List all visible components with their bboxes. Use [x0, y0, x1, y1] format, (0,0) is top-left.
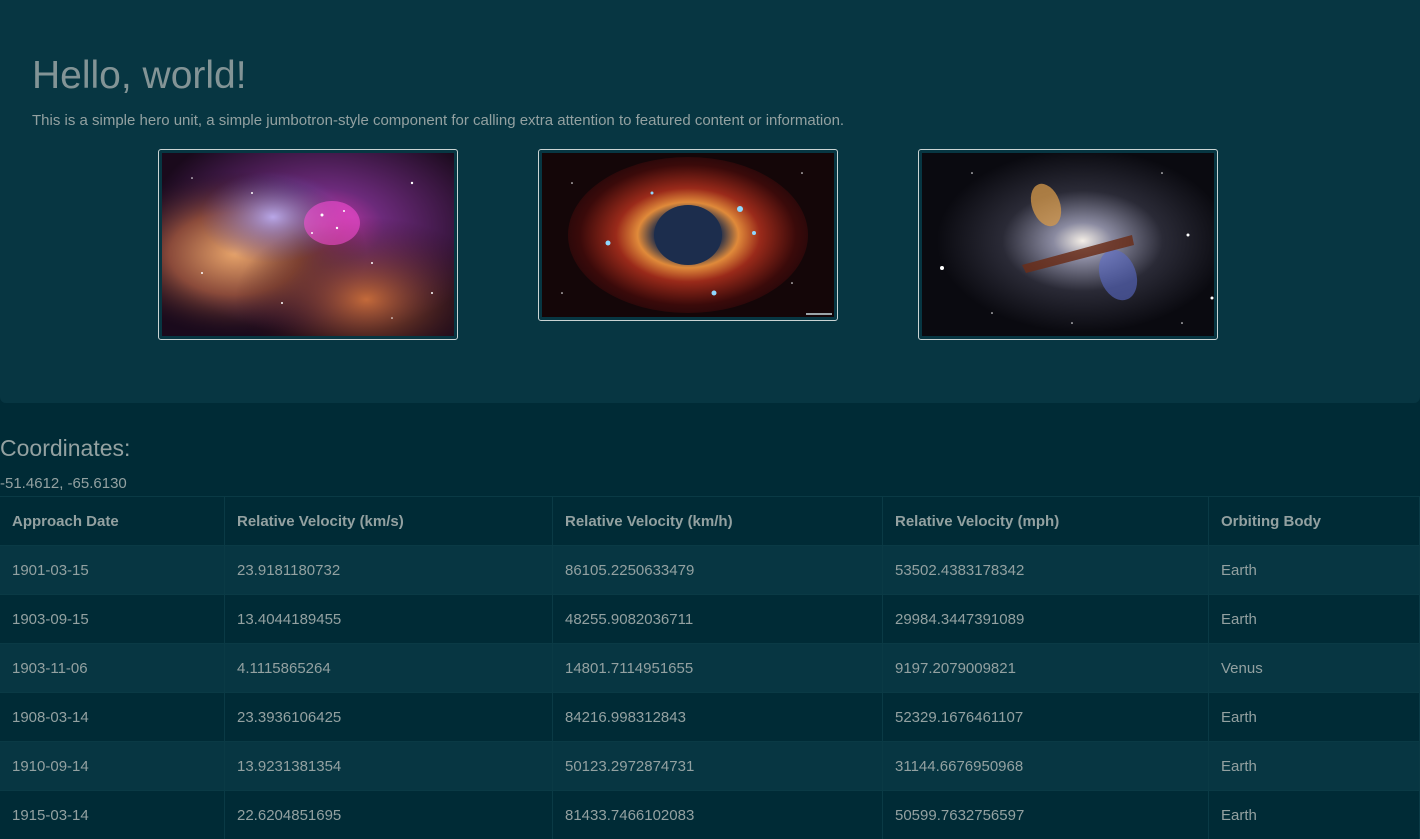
- table-row: 1908-03-14 23.3936106425 84216.998312843…: [0, 693, 1420, 742]
- header-orbiting-body[interactable]: Orbiting Body: [1209, 497, 1420, 546]
- coordinates-heading: Coordinates:: [0, 435, 130, 462]
- table-row: 1903-09-15 13.4044189455 48255.908203671…: [0, 595, 1420, 644]
- cell-velocity-mph: 52329.1676461107: [883, 693, 1209, 742]
- cell-approach-date: 1908-03-14: [0, 693, 225, 742]
- approach-table: Approach Date Relative Velocity (km/s) R…: [0, 496, 1420, 839]
- cell-approach-date: 1903-09-15: [0, 595, 225, 644]
- jumbotron: Hello, world! This is a simple hero unit…: [0, 0, 1420, 403]
- cell-velocity-mph: 9197.2079009821: [883, 644, 1209, 693]
- table-row: 1903-11-06 4.1115865264 14801.7114951655…: [0, 644, 1420, 693]
- cell-velocity-kmh: 84216.998312843: [553, 693, 883, 742]
- coordinates-value: -51.4612, -65.6130: [0, 475, 127, 492]
- cell-orbiting-body: Earth: [1209, 546, 1420, 595]
- cell-velocity-kmh: 14801.7114951655: [553, 644, 883, 693]
- cell-approach-date: 1910-09-14: [0, 742, 225, 791]
- helix-nebula-image: [542, 153, 834, 317]
- cell-velocity-kms: 23.9181180732: [225, 546, 553, 595]
- cell-orbiting-body: Venus: [1209, 644, 1420, 693]
- galaxy-thumbnail[interactable]: [918, 149, 1218, 340]
- header-approach-date[interactable]: Approach Date: [0, 497, 225, 546]
- cell-velocity-mph: 31144.6676950968: [883, 742, 1209, 791]
- cell-velocity-mph: 53502.4383178342: [883, 546, 1209, 595]
- hero-title: Hello, world!: [32, 54, 247, 98]
- table-header-row: Approach Date Relative Velocity (km/s) R…: [0, 497, 1420, 546]
- cell-orbiting-body: Earth: [1209, 742, 1420, 791]
- cell-velocity-mph: 29984.3447391089: [883, 595, 1209, 644]
- helix-nebula-thumbnail[interactable]: [538, 149, 838, 321]
- cell-velocity-kms: 4.1115865264: [225, 644, 553, 693]
- hero-description: This is a simple hero unit, a simple jum…: [32, 112, 844, 129]
- table-row: 1901-03-15 23.9181180732 86105.225063347…: [0, 546, 1420, 595]
- cell-orbiting-body: Earth: [1209, 595, 1420, 644]
- galaxy-image: [922, 153, 1214, 336]
- cell-velocity-kmh: 50123.2972874731: [553, 742, 883, 791]
- nebula-thumbnail[interactable]: [158, 149, 458, 340]
- cell-velocity-kmh: 86105.2250633479: [553, 546, 883, 595]
- cell-velocity-kms: 23.3936106425: [225, 693, 553, 742]
- cell-approach-date: 1901-03-15: [0, 546, 225, 595]
- cell-velocity-kms: 13.4044189455: [225, 595, 553, 644]
- nebula-image: [162, 153, 454, 336]
- cell-velocity-kmh: 48255.9082036711: [553, 595, 883, 644]
- header-velocity-kmh[interactable]: Relative Velocity (km/h): [553, 497, 883, 546]
- cell-velocity-kms: 13.9231381354: [225, 742, 553, 791]
- table-row: 1910-09-14 13.9231381354 50123.297287473…: [0, 742, 1420, 791]
- cell-approach-date: 1903-11-06: [0, 644, 225, 693]
- cell-orbiting-body: Earth: [1209, 693, 1420, 742]
- header-velocity-mph[interactable]: Relative Velocity (mph): [883, 497, 1209, 546]
- header-velocity-kms[interactable]: Relative Velocity (km/s): [225, 497, 553, 546]
